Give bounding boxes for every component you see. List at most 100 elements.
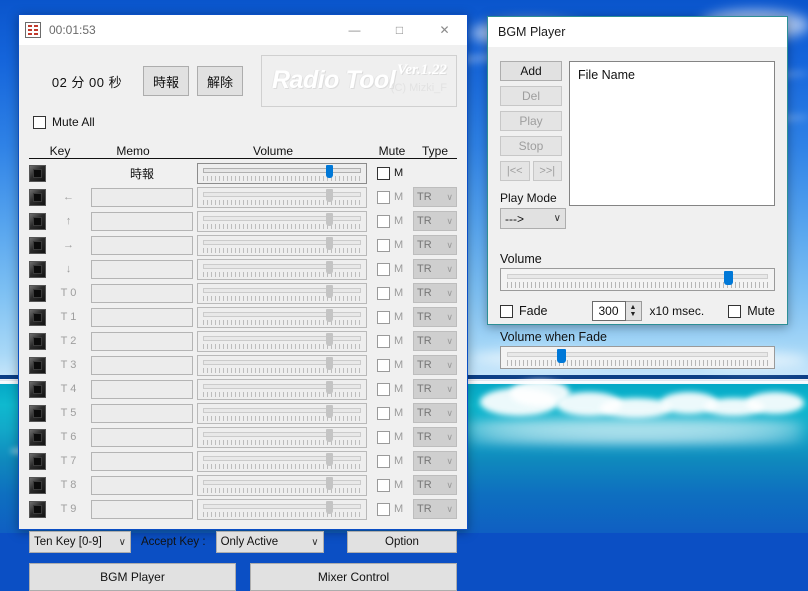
mute-checkbox[interactable] [377, 406, 390, 420]
mute-cell[interactable]: M [371, 502, 413, 516]
type-select[interactable]: TR ∨ [413, 331, 457, 351]
mute-cell[interactable]: M [371, 358, 413, 372]
mute-cell[interactable]: M [371, 214, 413, 228]
jihou-button[interactable]: 時報 [143, 66, 189, 96]
ten-key-select[interactable]: Ten Key [0-9] ∨ [29, 531, 131, 553]
slider-thumb[interactable] [326, 500, 334, 514]
key-indicator-icon[interactable] [29, 452, 46, 470]
slider-thumb[interactable] [326, 332, 334, 346]
mute-checkbox[interactable] [377, 478, 390, 492]
key-indicator-icon[interactable] [29, 260, 46, 278]
mute-checkbox[interactable] [377, 190, 390, 204]
volume-slider[interactable] [197, 306, 367, 328]
memo-input[interactable] [91, 379, 193, 399]
add-button[interactable]: Add [500, 61, 562, 81]
volume-slider[interactable] [197, 258, 367, 280]
type-select[interactable]: TR ∨ [413, 427, 457, 447]
mute-cell[interactable]: M [371, 286, 413, 300]
mute-cell[interactable]: M [371, 406, 413, 420]
key-indicator-icon[interactable] [29, 236, 46, 254]
slider-thumb[interactable] [326, 428, 334, 442]
slider-thumb[interactable] [326, 404, 334, 418]
radio-tool-titlebar[interactable]: 00:01:53 — □ ✕ [19, 15, 467, 45]
memo-input[interactable] [91, 403, 193, 423]
volume-slider[interactable] [197, 210, 367, 232]
fade-time-value[interactable]: 300 [591, 301, 626, 321]
mute-cell[interactable]: M [371, 334, 413, 348]
memo-input[interactable] [91, 259, 193, 279]
mute-checkbox[interactable] [377, 166, 390, 180]
accept-key-select[interactable]: Only Active ∨ [215, 531, 324, 553]
memo-input[interactable] [91, 235, 193, 255]
slider-thumb[interactable] [326, 284, 334, 298]
stepper-arrows[interactable]: ▲ ▼ [625, 301, 642, 321]
key-indicator-icon[interactable] [29, 164, 46, 182]
memo-input[interactable] [91, 307, 193, 327]
volume-slider[interactable] [197, 378, 367, 400]
slider-thumb[interactable] [557, 349, 567, 363]
stop-button[interactable]: Stop [500, 136, 562, 156]
key-indicator-icon[interactable] [29, 500, 46, 518]
slider-thumb[interactable] [326, 260, 334, 274]
type-select[interactable]: TR ∨ [413, 211, 457, 231]
memo-input[interactable] [91, 331, 193, 351]
mute-checkbox[interactable] [377, 454, 390, 468]
key-indicator-icon[interactable] [29, 380, 46, 398]
type-select[interactable]: TR ∨ [413, 403, 457, 423]
key-indicator-icon[interactable] [29, 188, 46, 206]
slider-thumb[interactable] [326, 380, 334, 394]
volume-slider[interactable] [197, 354, 367, 376]
slider-thumb[interactable] [326, 452, 334, 466]
play-button[interactable]: Play [500, 111, 562, 131]
type-select[interactable]: TR ∨ [413, 499, 457, 519]
key-indicator-icon[interactable] [29, 284, 46, 302]
slider-thumb[interactable] [326, 188, 334, 202]
key-indicator-icon[interactable] [29, 428, 46, 446]
previous-track-button[interactable]: |<< [500, 161, 530, 181]
fade-checkbox[interactable] [500, 304, 513, 318]
key-indicator-icon[interactable] [29, 356, 46, 374]
key-indicator-icon[interactable] [29, 476, 46, 494]
volume-slider[interactable] [197, 234, 367, 256]
memo-input[interactable] [91, 427, 193, 447]
memo-input[interactable] [91, 499, 193, 519]
volume-slider[interactable] [197, 498, 367, 520]
volume-slider[interactable] [197, 426, 367, 448]
mute-cell[interactable]: M [371, 478, 413, 492]
mixer-control-button[interactable]: Mixer Control [250, 563, 457, 591]
mute-cell[interactable]: M [371, 262, 413, 276]
close-icon[interactable]: ✕ [422, 15, 467, 45]
volume-slider[interactable] [197, 474, 367, 496]
slider-thumb[interactable] [326, 212, 334, 226]
key-indicator-icon[interactable] [29, 332, 46, 350]
volume-slider[interactable] [197, 402, 367, 424]
minimize-icon[interactable]: — [332, 15, 377, 45]
slider-thumb[interactable] [326, 356, 334, 370]
next-track-button[interactable]: >>| [532, 161, 562, 181]
mute-all-checkbox[interactable] [33, 115, 46, 129]
type-select[interactable]: TR ∨ [413, 379, 457, 399]
mute-checkbox[interactable] [728, 304, 742, 318]
key-indicator-icon[interactable] [29, 212, 46, 230]
mute-checkbox[interactable] [377, 502, 390, 516]
stepper-up-icon[interactable]: ▲ [630, 304, 637, 311]
mute-cell[interactable]: M [371, 382, 413, 396]
mute-cell[interactable]: M [371, 166, 413, 180]
type-select[interactable]: TR ∨ [413, 187, 457, 207]
memo-input[interactable] [91, 475, 193, 495]
slider-thumb[interactable] [326, 476, 334, 490]
memo-input[interactable] [91, 355, 193, 375]
mute-checkbox[interactable] [377, 262, 390, 276]
type-select[interactable]: TR ∨ [413, 235, 457, 255]
option-button[interactable]: Option [347, 531, 457, 553]
key-indicator-icon[interactable] [29, 308, 46, 326]
mute-checkbox[interactable] [377, 358, 390, 372]
slider-thumb[interactable] [723, 271, 733, 285]
slider-thumb[interactable] [326, 236, 334, 250]
slider-thumb[interactable] [326, 308, 334, 322]
del-button[interactable]: Del [500, 86, 562, 106]
key-indicator-icon[interactable] [29, 404, 46, 422]
type-select[interactable]: TR ∨ [413, 475, 457, 495]
volume-slider[interactable] [500, 268, 775, 291]
memo-input[interactable] [91, 283, 193, 303]
